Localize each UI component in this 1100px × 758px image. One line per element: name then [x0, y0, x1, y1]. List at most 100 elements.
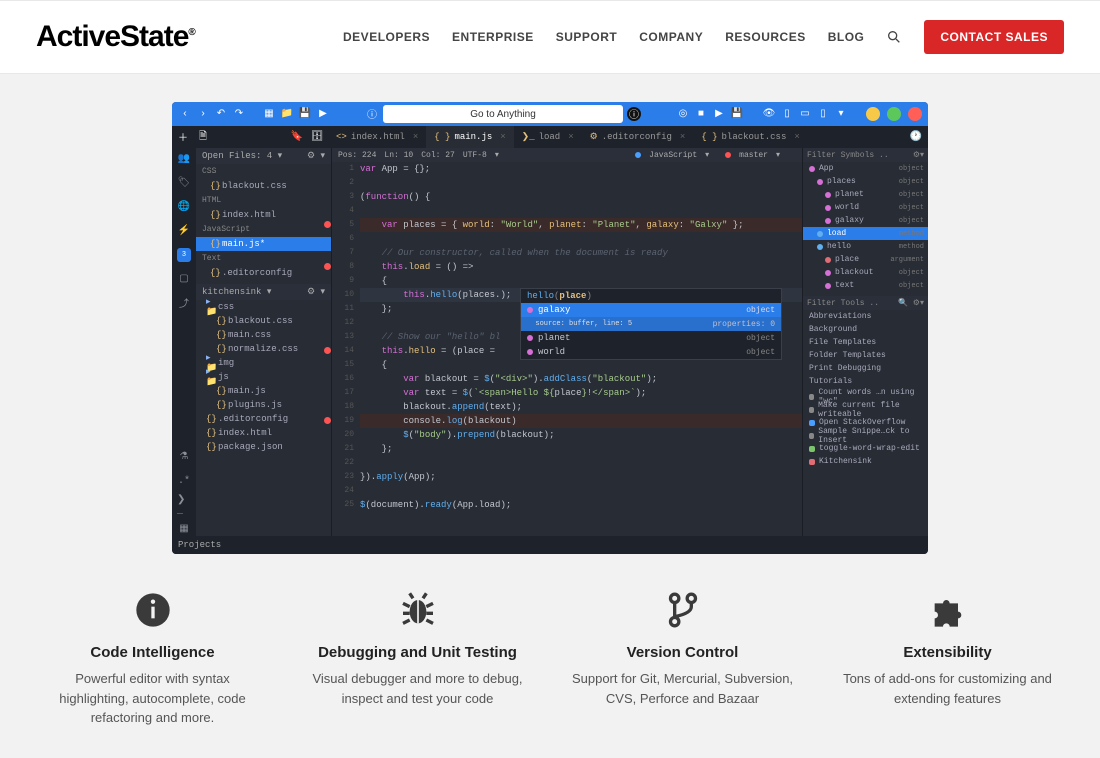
record-icon[interactable]: ◎ — [676, 107, 690, 121]
contact-sales-button[interactable]: CONTACT SALES — [924, 20, 1064, 54]
outline-symbol[interactable]: worldobject — [803, 201, 928, 214]
folder-item[interactable]: ▸📁css — [196, 300, 331, 314]
project-name[interactable]: kitchensink — [202, 287, 261, 297]
gear-icon[interactable]: ⚙ ▾ — [307, 287, 325, 297]
nav-support[interactable]: SUPPORT — [556, 30, 618, 44]
line-gutter[interactable]: 1234567891011121314151617181920212223242… — [332, 162, 360, 536]
open-file-item[interactable]: {}blackout.css — [196, 179, 331, 193]
outline-symbol[interactable]: Appobject — [803, 162, 928, 175]
close-icon[interactable] — [908, 107, 922, 121]
editor-tab[interactable]: ❯_ load × — [514, 126, 582, 148]
outline-symbol[interactable]: placesobject — [803, 175, 928, 188]
outline-symbol[interactable]: loadmethod — [803, 227, 928, 240]
tool-item[interactable]: Abbreviations — [803, 310, 928, 323]
filter-tools-input[interactable]: Filter Tools .. — [807, 299, 879, 308]
file-item[interactable]: {}.editorconfig — [196, 412, 331, 426]
open-file-item[interactable]: {}index.html — [196, 208, 331, 222]
forward-icon[interactable]: › — [196, 107, 210, 121]
editor-tab[interactable]: ⚙ .editorconfig × — [582, 126, 694, 148]
outline-symbol[interactable]: planetobject — [803, 188, 928, 201]
snippet-item[interactable]: Sample Snippe…ck to Insert — [803, 429, 928, 442]
tag-icon[interactable]: 🏷 — [177, 176, 191, 190]
new-file-icon[interactable]: ▦ — [262, 107, 276, 121]
layout3-icon[interactable]: ▯ — [816, 107, 830, 121]
bookmark-icon[interactable]: 🔖 — [290, 130, 304, 144]
nav-blog[interactable]: BLOG — [828, 30, 865, 44]
clock-icon[interactable]: 🕐 — [909, 130, 923, 144]
flask-icon[interactable]: ⚗ — [177, 450, 191, 464]
add-tab-icon[interactable]: ＋ — [176, 130, 190, 144]
badge-icon[interactable]: 3 — [177, 248, 191, 262]
minimize-icon[interactable] — [866, 107, 880, 121]
projects-label[interactable]: Projects — [178, 540, 221, 550]
file-item[interactable]: {}main.js — [196, 384, 331, 398]
db-icon[interactable]: 🗄 — [310, 130, 324, 144]
regex-icon[interactable]: .* — [177, 474, 191, 488]
preview-icon[interactable]: 👁 — [762, 107, 776, 121]
tool-item[interactable]: Tutorials — [803, 375, 928, 388]
file-item[interactable]: {}main.css — [196, 328, 331, 342]
snippet-item[interactable]: Kitchensink — [803, 455, 928, 468]
stop-icon[interactable]: ■ — [694, 107, 708, 121]
file-item[interactable]: {}package.json — [196, 440, 331, 454]
caret-icon[interactable]: ▾ — [834, 107, 848, 121]
outline-symbol[interactable]: galaxyobject — [803, 214, 928, 227]
layout-rail-icon[interactable]: ▦ — [177, 522, 191, 536]
tool-item[interactable]: Folder Templates — [803, 349, 928, 362]
file-item[interactable]: {}blackout.css — [196, 314, 331, 328]
gear-icon[interactable]: ⚙▾ — [913, 150, 924, 160]
outline-symbol[interactable]: textobject — [803, 279, 928, 292]
autocomplete-item[interactable]: galaxyobject — [521, 303, 781, 317]
search-icon[interactable] — [886, 29, 902, 45]
layout2-icon[interactable]: ▭ — [798, 107, 812, 121]
open-file-item[interactable]: {}main.js* — [196, 237, 331, 251]
globe-icon[interactable]: 🌐 — [177, 200, 191, 214]
nav-developers[interactable]: DEVELOPERS — [343, 30, 430, 44]
nav-resources[interactable]: RESOURCES — [725, 30, 806, 44]
autocomplete-popup[interactable]: hello(place) galaxyobject source: buffer… — [520, 288, 782, 360]
file-item[interactable]: {}index.html — [196, 426, 331, 440]
folder-item[interactable]: ▸📁img — [196, 356, 331, 370]
files-icon[interactable]: 🗎 — [196, 130, 210, 144]
tool-item[interactable]: Background — [803, 323, 928, 336]
brand-logo[interactable]: ActiveState® — [36, 20, 195, 54]
share-icon[interactable]: ⤴ — [177, 296, 191, 310]
save-icon[interactable]: 💾 — [298, 107, 312, 121]
maximize-icon[interactable] — [887, 107, 901, 121]
file-item[interactable]: {}normalize.css — [196, 342, 331, 356]
snippet-item[interactable]: Make current file writeable — [803, 403, 928, 416]
save-macro-icon[interactable]: 💾 — [730, 107, 744, 121]
tool-item[interactable]: Print Debugging — [803, 362, 928, 375]
panel-icon[interactable]: ▢ — [177, 272, 191, 286]
snippet-item[interactable]: toggle-word-wrap-edit — [803, 442, 928, 455]
redo-icon[interactable]: ↷ — [232, 107, 246, 121]
gear-icon[interactable]: ⚙ ▾ — [307, 151, 325, 161]
undo-icon[interactable]: ↶ — [214, 107, 228, 121]
nav-company[interactable]: COMPANY — [639, 30, 703, 44]
outline-symbol[interactable]: blackoutobject — [803, 266, 928, 279]
editor-tab[interactable]: <> index.html × — [328, 126, 426, 148]
play-icon[interactable]: ▶ — [712, 107, 726, 121]
info2-icon[interactable]: ⓘ — [627, 107, 641, 121]
tool-item[interactable]: File Templates — [803, 336, 928, 349]
open-icon[interactable]: 📁 — [280, 107, 294, 121]
autocomplete-item[interactable]: planetobject — [521, 331, 781, 345]
run-icon[interactable]: ▶ — [316, 107, 330, 121]
autocomplete-item[interactable]: worldobject — [521, 345, 781, 359]
terminal-icon[interactable]: ❯_ — [177, 498, 191, 512]
search-icon[interactable]: 🔍 ⚙▾ — [898, 298, 924, 308]
file-item[interactable]: {}plugins.js — [196, 398, 331, 412]
layout1-icon[interactable]: ▯ — [780, 107, 794, 121]
go-to-anything-input[interactable]: Go to Anything — [383, 105, 623, 123]
open-file-item[interactable]: {}.editorconfig — [196, 266, 331, 280]
nav-enterprise[interactable]: ENTERPRISE — [452, 30, 534, 44]
users-icon[interactable]: 👥 — [177, 152, 191, 166]
outline-symbol[interactable]: placeargument — [803, 253, 928, 266]
bolt-icon[interactable]: ⚡ — [177, 224, 191, 238]
outline-symbol[interactable]: hellomethod — [803, 240, 928, 253]
editor-tab[interactable]: { } blackout.css × — [693, 126, 807, 148]
back-icon[interactable]: ‹ — [178, 107, 192, 121]
info-icon[interactable]: ⓘ — [365, 107, 379, 121]
editor-tab[interactable]: { } main.js × — [426, 126, 513, 148]
filter-symbols-input[interactable]: Filter Symbols .. — [807, 151, 889, 160]
